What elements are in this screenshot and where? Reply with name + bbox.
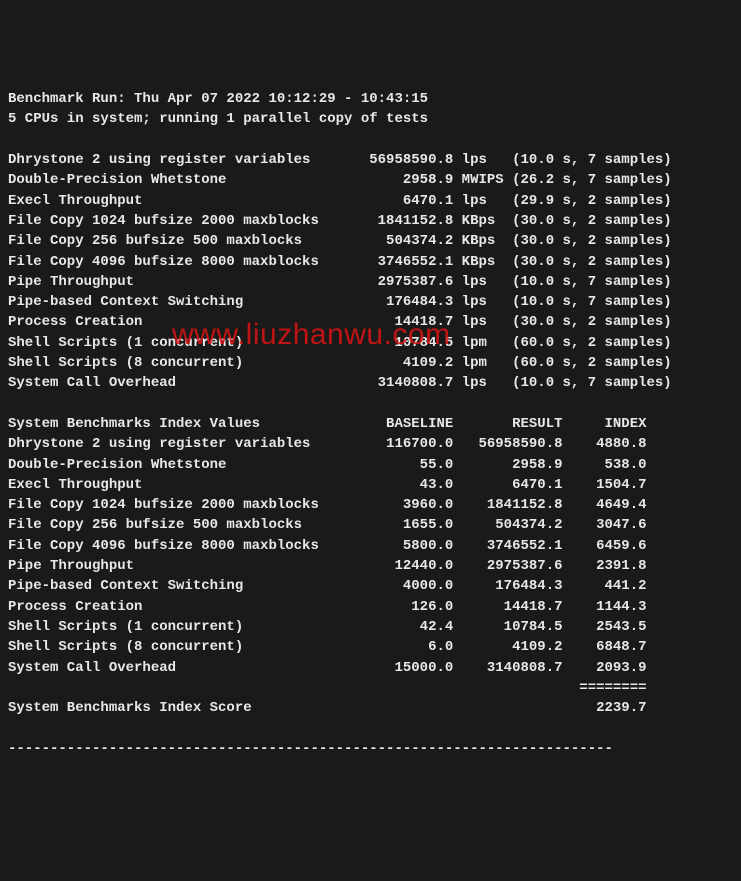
- terminal-output: Benchmark Run: Thu Apr 07 2022 10:12:29 …: [8, 89, 733, 759]
